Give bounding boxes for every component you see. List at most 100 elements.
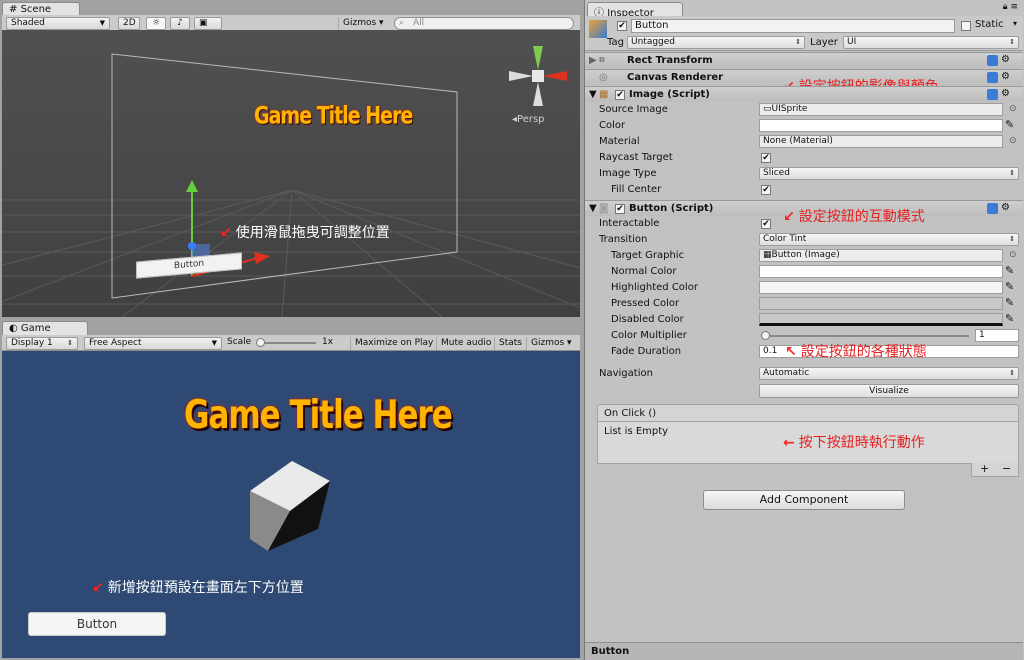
add-component-button[interactable]: Add Component (703, 490, 905, 510)
add-component-label: Add Component (759, 493, 849, 506)
scene-viewport[interactable]: Button Game Title Here ◂Persp ↙ 使用滑鼠拖曳可調整… (2, 30, 580, 317)
interactable-checkbox[interactable]: ✔ (761, 219, 771, 229)
audio-toggle[interactable]: ♪ (170, 17, 190, 30)
static-dropdown-icon[interactable]: ▾ (1013, 19, 1017, 28)
static-label: Static (975, 19, 1004, 30)
raycast-checkbox[interactable]: ✔ (761, 153, 771, 163)
tab-game-label: Game (20, 323, 51, 334)
material-field[interactable]: None (Material) (759, 135, 1003, 148)
image-icon: ▣ (199, 18, 208, 28)
scene-annotation: ↙ 使用滑鼠拖曳可調整位置 (220, 222, 390, 242)
tab-scene[interactable]: # Scene (2, 2, 80, 16)
highlighted-color-row: Highlighted Color ✎ (585, 280, 1023, 296)
lock-icon[interactable]: 🔒︎ ≡ (1003, 2, 1018, 12)
object-header: ✔ Button Static ▾ Tag Untagged ⇕ Layer UI… (585, 16, 1023, 51)
image-enabled-checkbox[interactable]: ✔ (615, 90, 625, 100)
display-dropdown[interactable]: Display 1 ⇕ (6, 337, 78, 350)
navigation-dropdown[interactable]: Automatic ⇕ (759, 367, 1019, 380)
scene-grid (2, 46, 580, 317)
object-picker-icon[interactable]: ⊙ (1009, 136, 1017, 146)
game-gizmos-dropdown[interactable]: Gizmos ▾ (526, 337, 576, 350)
eyedropper-icon[interactable]: ✎ (1005, 264, 1014, 277)
static-checkbox[interactable] (961, 21, 971, 31)
object-name-input[interactable]: Button (631, 19, 955, 33)
tab-inspector[interactable]: ⓘ Inspector (587, 2, 683, 19)
arrow-icon: ↖ (785, 344, 797, 360)
gear-icon[interactable]: ⚙ (1001, 89, 1010, 99)
eyedropper-icon[interactable]: ✎ (1005, 118, 1014, 131)
help-icon[interactable] (987, 72, 998, 83)
add-event-button[interactable]: + (980, 463, 989, 475)
aspect-dropdown[interactable]: Free Aspect ▼ (84, 337, 222, 350)
tab-game[interactable]: ◐ Game (2, 321, 88, 336)
stats-toggle[interactable]: Stats (494, 337, 526, 350)
object-picker-icon[interactable]: ⊙ (1009, 104, 1017, 114)
arrow-icon: ← (783, 435, 795, 451)
y-axis-arrow[interactable] (186, 180, 198, 192)
scene-annotation-text: 使用滑鼠拖曳可調整位置 (235, 225, 390, 241)
fade-duration-value: 0.1 (763, 346, 778, 356)
help-icon[interactable] (987, 55, 998, 66)
shading-mode-dropdown[interactable]: Shaded ▼ (6, 17, 110, 30)
color-multiplier-thumb[interactable] (761, 331, 770, 340)
eyedropper-icon[interactable]: ✎ (1005, 312, 1014, 325)
chevron-down-icon: ⇕ (795, 38, 801, 46)
state-annotation: ↖ 設定按鈕的各種狀態 (785, 341, 927, 361)
game-ui-button[interactable]: Button (28, 612, 166, 636)
eyedropper-icon[interactable]: ✎ (1005, 280, 1014, 293)
game-ui-button-label: Button (76, 617, 118, 631)
scene-button-label: Button (173, 258, 205, 272)
raycast-label: Raycast Target (599, 152, 673, 163)
image-component-header[interactable]: ▼ ▦ ✔ Image (Script) ⚙ (585, 86, 1023, 102)
fill-center-checkbox[interactable]: ✔ (761, 185, 771, 195)
lighting-toggle[interactable]: ☼ (146, 17, 166, 30)
scale-slider-thumb[interactable] (256, 338, 265, 347)
chevron-down-icon: ⇕ (1009, 235, 1015, 243)
mute-audio-toggle[interactable]: Mute audio (436, 337, 495, 350)
button-enabled-checkbox[interactable]: ✔ (615, 204, 625, 214)
color-field[interactable] (759, 119, 1003, 132)
scene-gizmos-dropdown[interactable]: Gizmos ▾ (338, 17, 388, 30)
toggle-2d-button[interactable]: 2D (118, 17, 140, 30)
layer-dropdown[interactable]: UI ⇕ (843, 36, 1019, 49)
color-multiplier-slider[interactable] (761, 331, 969, 340)
object-picker-icon[interactable]: ⊙ (1009, 250, 1017, 260)
eyedropper-icon[interactable]: ✎ (1005, 296, 1014, 309)
pivot-handle[interactable] (188, 242, 196, 250)
view-orientation-gizmo[interactable] (509, 46, 567, 106)
scene-gizmos-label: Gizmos (343, 18, 377, 28)
game-gizmos-label: Gizmos (531, 338, 565, 348)
scene-search-input[interactable]: ⌕ All (394, 17, 574, 30)
transition-dropdown[interactable]: Color Tint ⇕ (759, 233, 1019, 246)
tag-dropdown[interactable]: Untagged ⇕ (627, 36, 805, 49)
color-multiplier-input[interactable]: 1 (975, 329, 1019, 342)
game-viewport[interactable]: Game Title Here ↙ 新增按鈕預設在畫面左下方位置 Button (2, 351, 580, 658)
interactable-row: Interactable ✔ (585, 216, 1023, 232)
disabled-color-field[interactable] (759, 313, 1003, 326)
gear-icon[interactable]: ⚙ (1001, 72, 1010, 82)
visualize-button[interactable]: Visualize (759, 384, 1019, 398)
image-type-dropdown[interactable]: Sliced ⇕ (759, 167, 1019, 180)
pressed-color-field[interactable] (759, 297, 1003, 310)
remove-event-button[interactable]: − (1002, 463, 1011, 475)
scale-slider[interactable] (256, 338, 316, 347)
target-graphic-field[interactable]: ▦Button (Image) (759, 249, 1003, 262)
gear-icon[interactable]: ⚙ (1001, 203, 1010, 213)
object-name-value: Button (635, 20, 669, 31)
rect-transform-header[interactable]: ▶ ⌗ Rect Transform ⚙ (585, 52, 1023, 68)
persp-label[interactable]: ◂Persp (512, 114, 545, 125)
gameobject-icon (589, 20, 607, 38)
help-icon[interactable] (987, 203, 998, 214)
highlighted-color-field[interactable] (759, 281, 1003, 294)
preview-bar[interactable]: Button (585, 642, 1023, 660)
maximize-on-play-toggle[interactable]: Maximize on Play (350, 337, 437, 350)
gear-icon[interactable]: ⚙ (1001, 55, 1010, 65)
active-checkbox[interactable]: ✔ (617, 21, 627, 31)
x-axis-arrow[interactable] (254, 252, 270, 264)
chevron-down-icon: ▼ (99, 19, 105, 27)
help-icon[interactable] (987, 89, 998, 100)
effects-dropdown[interactable]: ▣▼ (194, 17, 222, 38)
normal-color-field[interactable] (759, 265, 1003, 278)
source-image-field[interactable]: ▭UISprite (759, 103, 1003, 116)
layer-value: UI (847, 37, 857, 47)
